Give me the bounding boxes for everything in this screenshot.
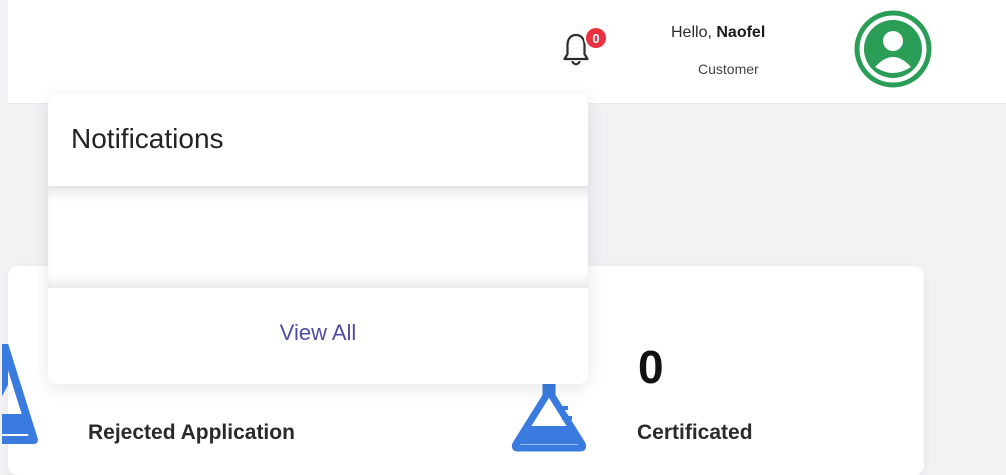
certificated-label: Certificated (637, 421, 753, 444)
certificated-count: 0 (638, 341, 664, 393)
notification-count-badge: 0 (586, 28, 606, 48)
top-bar: 0 Hello, Naofel Customer (8, 0, 1006, 104)
flask-icon (2, 344, 38, 444)
rejected-label: Rejected Application (88, 421, 295, 444)
user-avatar-icon[interactable] (853, 9, 933, 89)
user-name: Naofel (716, 24, 766, 41)
notifications-title: Notifications (71, 123, 224, 154)
notifications-dropdown: Notifications View All (48, 94, 588, 384)
notification-bell-button[interactable]: 0 (563, 28, 606, 72)
user-role: Customer (698, 61, 759, 77)
user-greeting: Hello, Naofel (671, 24, 765, 42)
view-all-link[interactable]: View All (48, 320, 588, 346)
flask-icon (511, 374, 587, 452)
greeting-prefix: Hello, (671, 24, 717, 41)
notifications-list (48, 186, 588, 288)
